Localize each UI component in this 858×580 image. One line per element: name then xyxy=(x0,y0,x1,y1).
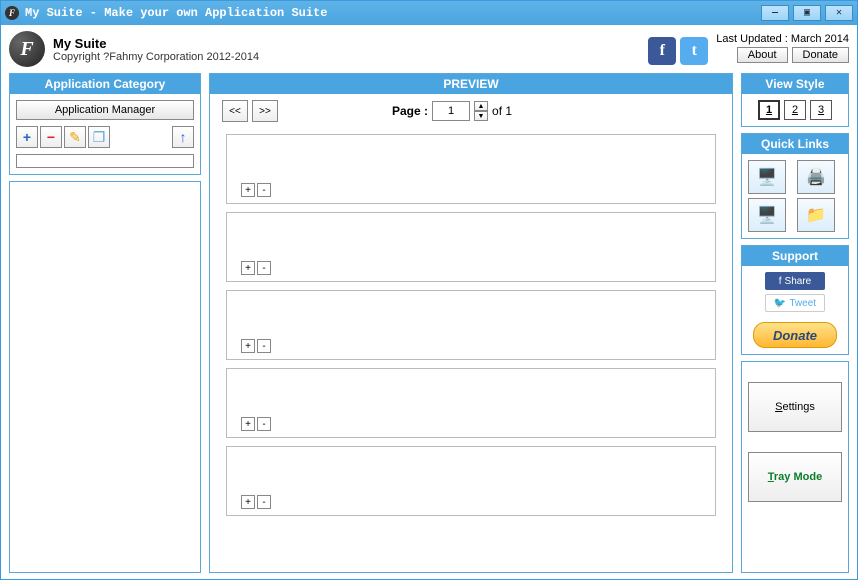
about-button[interactable]: About xyxy=(737,47,788,63)
titlebar[interactable]: F My Suite - Make your own Application S… xyxy=(1,1,857,25)
slot-add-button[interactable]: + xyxy=(241,261,255,275)
quicklinks-header: Quick Links xyxy=(742,134,848,154)
page-spin-up[interactable]: ▲ xyxy=(474,101,488,111)
app-logo: F xyxy=(9,31,45,67)
page-of-label: of 1 xyxy=(492,104,512,118)
prev-page-button[interactable]: << xyxy=(222,100,248,122)
maximize-button[interactable]: ▣ xyxy=(793,5,821,21)
slot-remove-button[interactable]: - xyxy=(257,417,271,431)
preview-slots: +- +- +- +- +- xyxy=(216,128,726,522)
preview-panel: PREVIEW << >> Page : ▲ ▼ of 1 xyxy=(209,73,733,573)
social-buttons: f t xyxy=(648,37,708,65)
slot-add-button[interactable]: + xyxy=(241,495,255,509)
slot-remove-button[interactable]: - xyxy=(257,339,271,353)
edit-category-button[interactable]: ✎ xyxy=(64,126,86,148)
tweet-button[interactable]: 🐦Tweet xyxy=(765,294,825,312)
bottom-panel: Settings Tray Mode xyxy=(741,361,849,573)
slot-remove-button[interactable]: - xyxy=(257,183,271,197)
next-page-button[interactable]: >> xyxy=(252,100,278,122)
app-name: My Suite xyxy=(53,36,259,51)
donate-button[interactable]: Donate xyxy=(792,47,849,63)
left-column: Application Category Application Manager… xyxy=(9,73,201,573)
move-up-button[interactable]: ↑ xyxy=(172,126,194,148)
support-panel: Support fShare 🐦Tweet Donate xyxy=(741,245,849,355)
preview-slot: +- xyxy=(226,290,716,360)
last-updated: Last Updated : March 2014 xyxy=(716,33,849,45)
category-list-panel xyxy=(9,181,201,573)
tray-mode-button[interactable]: Tray Mode xyxy=(748,452,842,502)
page-input[interactable] xyxy=(432,101,470,121)
page-spinner: ▲ ▼ xyxy=(474,101,488,121)
category-list[interactable] xyxy=(10,182,200,572)
category-input[interactable] xyxy=(16,154,194,168)
twitter-icon: 🐦 xyxy=(774,298,786,309)
pager: << >> Page : ▲ ▼ of 1 xyxy=(216,100,726,122)
main-area: Application Category Application Manager… xyxy=(9,73,849,573)
page-label: Page : xyxy=(392,104,428,118)
preview-header: PREVIEW xyxy=(210,74,732,94)
viewstyle-panel: View Style 1 2 3 xyxy=(741,73,849,127)
add-category-button[interactable]: + xyxy=(16,126,38,148)
right-column: View Style 1 2 3 Quick Links 🖥️ 🖨️ xyxy=(741,73,849,573)
preview-slot: +- xyxy=(226,134,716,204)
quicklink-1-button[interactable]: 🖥️ xyxy=(748,160,786,194)
slot-add-button[interactable]: + xyxy=(241,417,255,431)
preview-slot: +- xyxy=(226,212,716,282)
support-header: Support xyxy=(742,246,848,266)
application-manager-button[interactable]: Application Manager xyxy=(16,100,194,120)
remove-category-button[interactable]: − xyxy=(40,126,62,148)
donate-paypal-button[interactable]: Donate xyxy=(753,322,837,348)
facebook-icon: f xyxy=(779,276,782,287)
copy-category-button[interactable]: ❐ xyxy=(88,126,110,148)
viewstyle-header: View Style xyxy=(742,74,848,94)
network-icon: 🖥️ xyxy=(757,205,777,225)
slot-remove-button[interactable]: - xyxy=(257,495,271,509)
folder-icon: 📁 xyxy=(806,205,826,225)
header: F My Suite Copyright ?Fahmy Corporation … xyxy=(9,31,849,67)
viewstyle-3-button[interactable]: 3 xyxy=(810,100,832,120)
app-window: F My Suite - Make your own Application S… xyxy=(0,0,858,580)
preview-slot: +- xyxy=(226,446,716,516)
category-toolbar: + − ✎ ❐ ↑ xyxy=(16,126,194,148)
settings-button[interactable]: Settings xyxy=(748,382,842,432)
slot-add-button[interactable]: + xyxy=(241,183,255,197)
printer-icon: 🖨️ xyxy=(806,167,826,187)
slot-remove-button[interactable]: - xyxy=(257,261,271,275)
copyright-text: Copyright ?Fahmy Corporation 2012-2014 xyxy=(53,51,259,63)
preview-slot: +- xyxy=(226,368,716,438)
quicklink-2-button[interactable]: 🖨️ xyxy=(797,160,835,194)
app-info: My Suite Copyright ?Fahmy Corporation 20… xyxy=(53,36,259,63)
twitter-button[interactable]: t xyxy=(680,37,708,65)
facebook-button[interactable]: f xyxy=(648,37,676,65)
center-column: PREVIEW << >> Page : ▲ ▼ of 1 xyxy=(209,73,733,573)
category-header: Application Category xyxy=(10,74,200,94)
app-icon-small: F xyxy=(5,6,19,20)
quicklink-3-button[interactable]: 🖥️ xyxy=(748,198,786,232)
slot-add-button[interactable]: + xyxy=(241,339,255,353)
header-right-col: Last Updated : March 2014 About Donate xyxy=(716,33,849,63)
close-button[interactable]: ✕ xyxy=(825,5,853,21)
fb-share-button[interactable]: fShare xyxy=(765,272,825,290)
viewstyle-1-button[interactable]: 1 xyxy=(758,100,780,120)
page-spin-down[interactable]: ▼ xyxy=(474,111,488,121)
content-area: F My Suite Copyright ?Fahmy Corporation … xyxy=(1,25,857,579)
category-panel: Application Category Application Manager… xyxy=(9,73,201,175)
monitor-icon: 🖥️ xyxy=(757,167,777,187)
viewstyle-2-button[interactable]: 2 xyxy=(784,100,806,120)
quicklink-4-button[interactable]: 📁 xyxy=(797,198,835,232)
quicklinks-panel: Quick Links 🖥️ 🖨️ 🖥️ 📁 xyxy=(741,133,849,239)
window-title: My Suite - Make your own Application Sui… xyxy=(25,6,327,20)
minimize-button[interactable]: — xyxy=(761,5,789,21)
